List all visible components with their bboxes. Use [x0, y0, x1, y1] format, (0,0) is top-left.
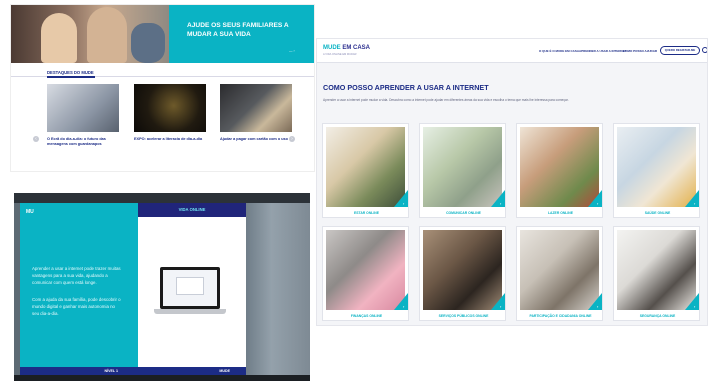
topic-tile[interactable]: › FINANÇAS ONLINE — [322, 226, 409, 321]
nav-item-learn[interactable]: APRENDER A USAR A INTERNET — [579, 49, 627, 53]
site-logo[interactable]: MUDE EM CASA — [323, 45, 370, 51]
tile-arrow-icon: › — [500, 201, 502, 206]
hero-title: AJUDE OS SEUS FAMILIARES A MUDAR A SUA V… — [187, 22, 289, 38]
laptop-base — [154, 309, 226, 314]
payment-photo-icon — [220, 84, 292, 132]
ebook-paragraph: Aprender a usar a internet pode trazer m… — [32, 266, 121, 285]
topic-tile[interactable]: › COMUNICAR ONLINE — [419, 123, 506, 218]
topic-tile[interactable]: › ESTAR ONLINE — [322, 123, 409, 218]
ebook-left-footer: NÍVEL 1 — [20, 367, 138, 375]
screenshot-collage: AJUDE OS SEUS FAMILIARES A MUDAR A SUA V… — [0, 0, 708, 385]
news-section-title: DESTAQUES DO MUDE — [47, 70, 94, 75]
nav-item-about[interactable]: O QUE É O MUDE EM CASA — [539, 49, 579, 53]
viewer-top-bar — [14, 193, 310, 203]
hero-person-shape — [87, 7, 127, 63]
news-card[interactable]: EXPO: acelerar a literacia de dia-a-dia — [134, 84, 206, 170]
hero-link[interactable]: — › — [289, 49, 295, 53]
hero-person-shape — [41, 13, 77, 63]
news-card-title[interactable]: O Ecrã do dia-a-dia: o futuro das mensag… — [47, 137, 119, 147]
news-card-title[interactable]: Ajudar a pagar com cartão com o uso — [220, 137, 292, 142]
register-button[interactable]: QUERO REGISTAR-ME — [660, 46, 700, 55]
ebook-logo: MU — [26, 209, 34, 215]
logo-suffix: EM CASA — [340, 45, 371, 51]
tile-arrow-icon: › — [500, 304, 502, 309]
topic-tile[interactable]: › PARTICIPAÇÃO E CIDADANIA ONLINE — [516, 226, 603, 321]
nav-item-help[interactable]: COMO POSSO AJUDAR — [623, 49, 657, 53]
ebook-paragraph: Com a ajuda da sua família, pode descobr… — [32, 297, 121, 316]
viewer-bottom-bar — [14, 375, 310, 381]
hero-family-photo — [11, 5, 169, 63]
laptop-photo-icon — [47, 84, 119, 132]
topic-tile-label: PARTICIPAÇÃO E CIDADANIA ONLINE — [529, 314, 592, 318]
laptop-illustration-icon — [154, 267, 226, 321]
page-subtitle: Aprender a usar a internet pode mudar a … — [323, 98, 569, 102]
shopping-tablet-photo-icon — [520, 127, 599, 207]
hero-banner[interactable]: AJUDE OS SEUS FAMILIARES A MUDAR A SUA V… — [11, 5, 314, 63]
tile-arrow-icon: › — [694, 304, 696, 309]
news-cards: O Ecrã do dia-a-dia: o futuro das mensag… — [47, 84, 292, 170]
tile-arrow-icon: › — [403, 201, 405, 206]
carousel-next-icon[interactable]: › — [289, 136, 295, 142]
website-homepage-panel: AJUDE OS SEUS FAMILIARES A MUDAR A SUA V… — [10, 4, 315, 172]
topic-tile[interactable]: › LAZER ONLINE — [516, 123, 603, 218]
news-card[interactable]: O Ecrã do dia-a-dia: o futuro das mensag… — [47, 84, 119, 170]
topic-tile[interactable]: › SAÚDE ONLINE — [613, 123, 700, 218]
ebook-level-label: NÍVEL 1 — [104, 368, 118, 373]
doctor-patient-photo-icon — [617, 127, 696, 207]
tile-arrow-icon: › — [597, 201, 599, 206]
ebook-right-header: VIDA ONLINE — [138, 203, 246, 217]
computer-couple-photo-icon — [326, 127, 405, 207]
woman-tablet-photo-icon — [423, 230, 502, 310]
site-header: MUDE EM CASA A VIDA ONLINE EM MUDAR O QU… — [317, 39, 707, 63]
topic-tile-label: FINANÇAS ONLINE — [350, 314, 383, 318]
piggy-bank-photo-icon — [326, 230, 405, 310]
worried-woman-photo-icon — [617, 230, 696, 310]
logo-prefix: MUDE — [323, 45, 341, 51]
learning-page-panel: MUDE EM CASA A VIDA ONLINE EM MUDAR O QU… — [316, 38, 708, 326]
topic-tile-label: ESTAR ONLINE — [354, 211, 379, 215]
topic-tile-label: SERVIÇOS PÚBLICOS ONLINE — [438, 314, 489, 318]
ebook-right-footer: MUDE — [138, 367, 246, 375]
couple-laptop-photo-icon — [520, 230, 599, 310]
topic-tile-label: SEGURANÇA ONLINE — [639, 314, 676, 318]
login-form-illustration — [176, 277, 204, 295]
topic-tile-label: SAÚDE ONLINE — [644, 211, 671, 215]
ebook-section-title: VIDA ONLINE — [178, 207, 206, 212]
logo-tagline: A VIDA ONLINE EM MUDAR — [323, 53, 357, 56]
topic-tile[interactable]: › SEGURANÇA ONLINE — [613, 226, 700, 321]
carousel-prev-icon[interactable]: ‹ — [33, 136, 39, 142]
topic-tile-label: COMUNICAR ONLINE — [446, 211, 481, 215]
page-title: COMO POSSO APRENDER A USAR A INTERNET — [323, 83, 489, 92]
ebook-footer-brand: MUDE — [219, 368, 230, 373]
tablet-elderly-photo-icon — [423, 127, 502, 207]
tile-arrow-icon: › — [403, 304, 405, 309]
tile-arrow-icon: › — [597, 304, 599, 309]
news-card[interactable]: Ajudar a pagar com cartão com o uso — [220, 84, 292, 170]
search-icon[interactable] — [702, 47, 707, 53]
viewer-background — [246, 203, 310, 375]
topic-tile[interactable]: › SERVIÇOS PÚBLICOS ONLINE — [419, 226, 506, 321]
ebook-viewer-panel: MU Aprender a usar a internet pode traze… — [14, 193, 310, 381]
news-title-underline — [47, 76, 95, 78]
ebook-left-text: Aprender a usar a internet pode trazer m… — [32, 265, 122, 327]
news-card-title[interactable]: EXPO: acelerar a literacia de dia-a-dia — [134, 137, 206, 142]
oscars-photo-icon — [134, 84, 206, 132]
tile-arrow-icon: › — [694, 201, 696, 206]
topic-tile-label: LAZER ONLINE — [547, 211, 574, 215]
hero-person-shape — [131, 23, 165, 63]
